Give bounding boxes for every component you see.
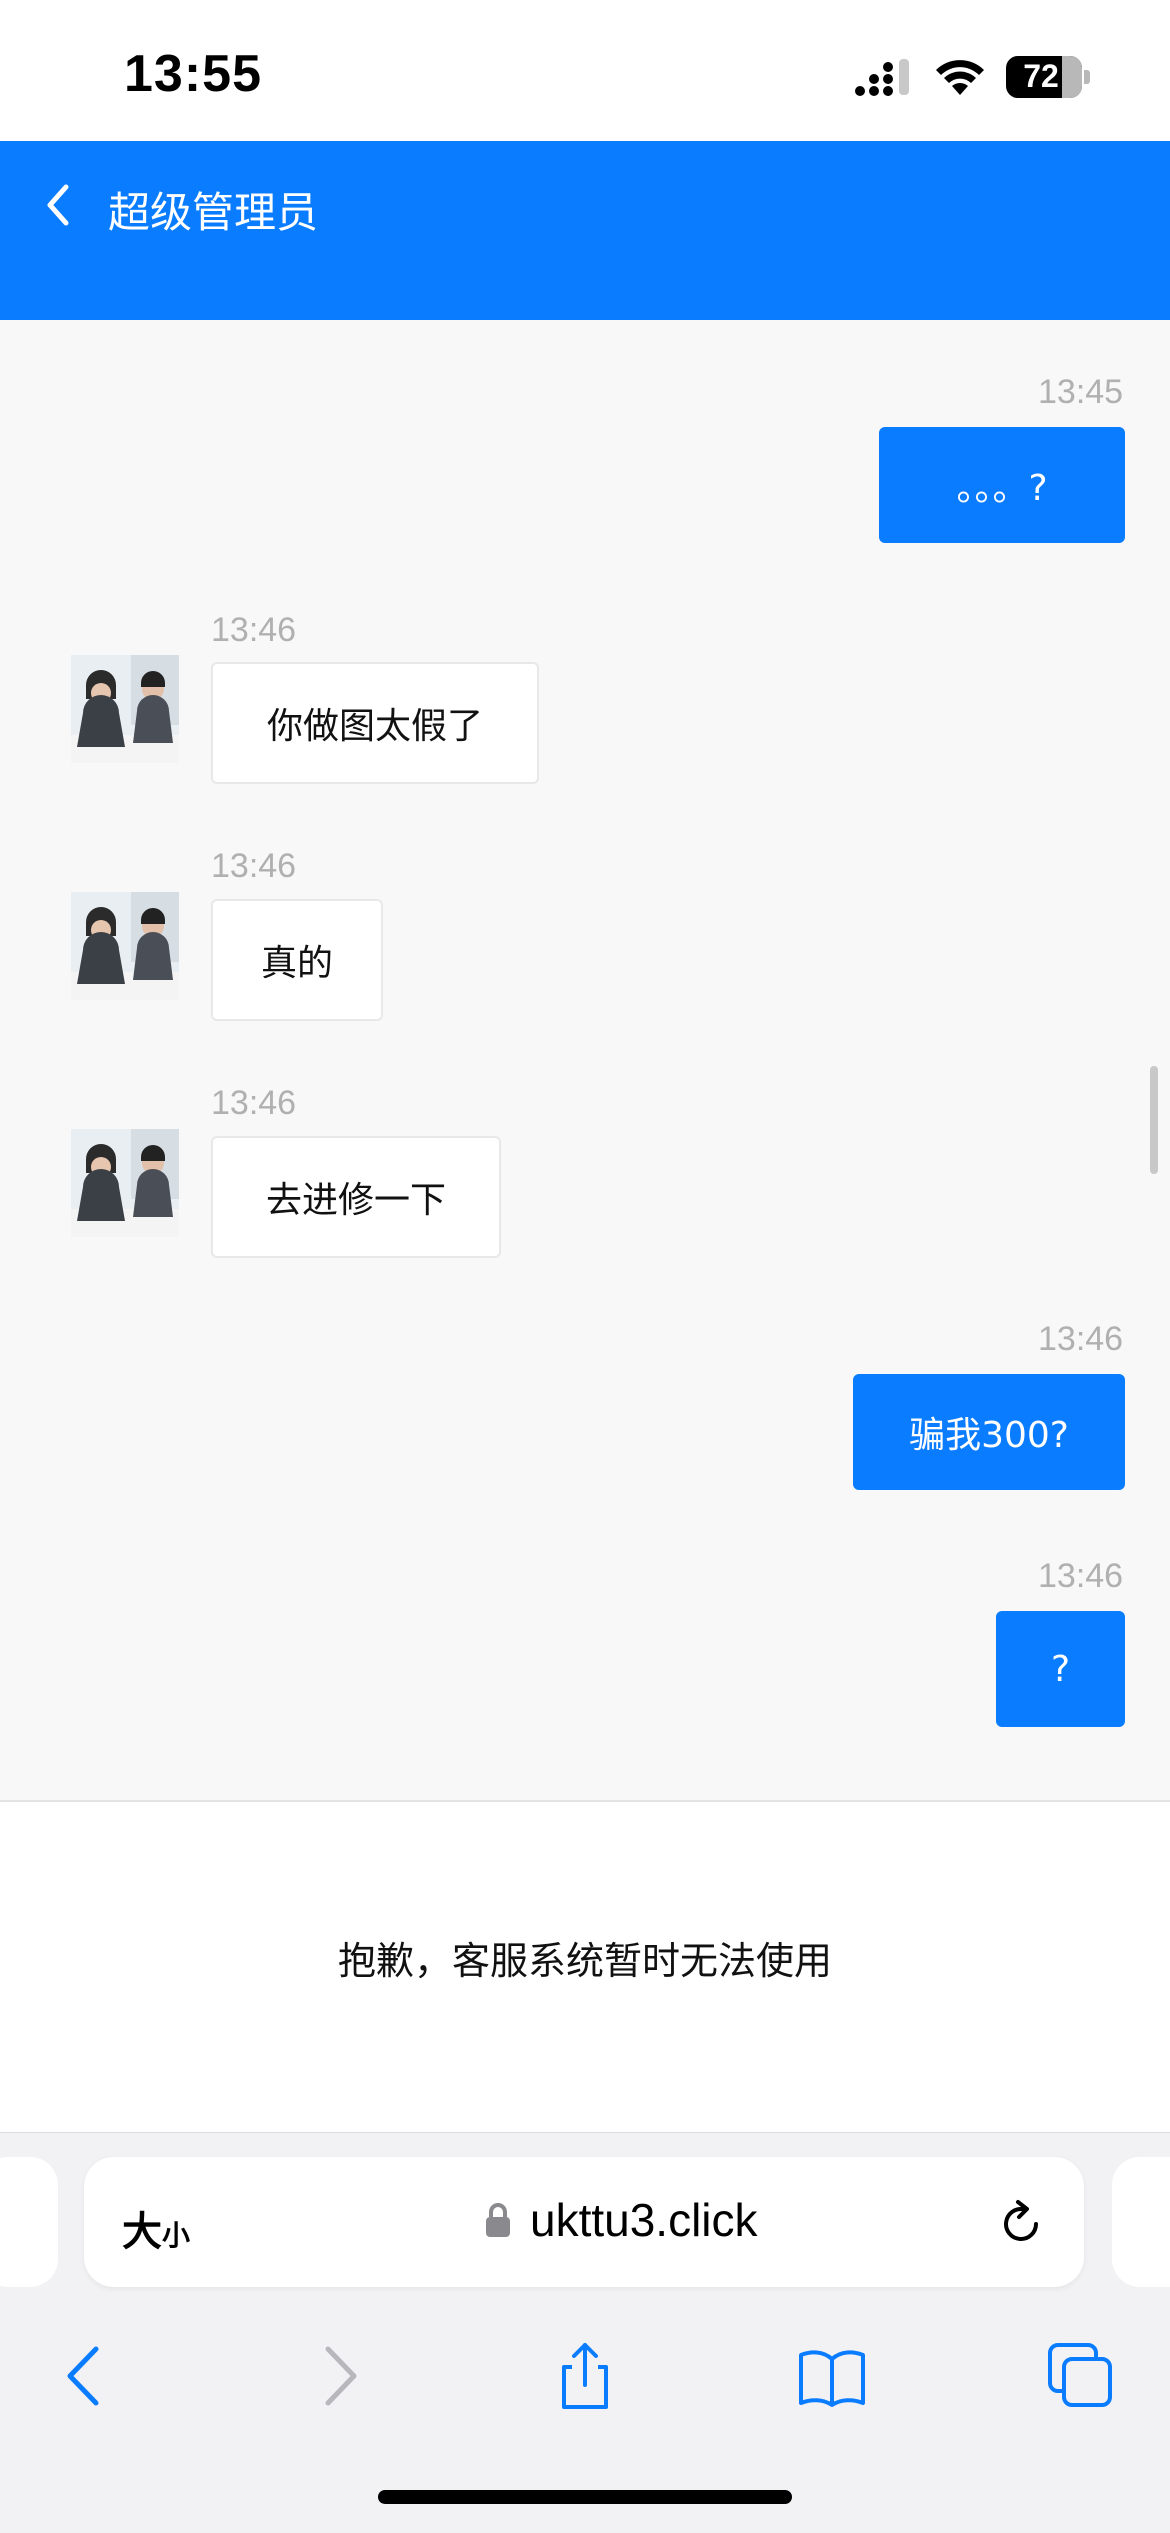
previous-tab-preview[interactable] bbox=[0, 2157, 58, 2287]
message-timestamp: 13:46 bbox=[211, 611, 297, 649]
url-display[interactable]: ukttu3.click bbox=[484, 2193, 758, 2247]
wifi-icon bbox=[936, 60, 984, 95]
signal-icon bbox=[855, 59, 909, 96]
battery-level: 72 bbox=[1023, 58, 1059, 94]
chat-header: 超级管理员 bbox=[0, 141, 1170, 320]
message-timestamp: 13:46 bbox=[1038, 1557, 1124, 1595]
message-bubble-out[interactable]: 骗我300? bbox=[853, 1374, 1125, 1490]
safari-back-icon[interactable] bbox=[52, 2341, 122, 2411]
tabs-icon[interactable] bbox=[1046, 2341, 1116, 2411]
message-timestamp: 13:46 bbox=[211, 847, 297, 885]
home-indicator[interactable] bbox=[378, 2490, 792, 2504]
url-text: ukttu3.click bbox=[530, 2194, 758, 2246]
text-size-small: 小 bbox=[162, 2219, 191, 2252]
scroll-indicator[interactable] bbox=[1150, 1066, 1158, 1174]
agent-avatar[interactable] bbox=[71, 655, 179, 763]
message-bubble-out[interactable]: 。。。? bbox=[879, 427, 1125, 543]
message-timestamp: 13:45 bbox=[1038, 373, 1124, 411]
message-bubble-out[interactable]: ? bbox=[996, 1611, 1125, 1727]
message-bubble-in[interactable]: 真的 bbox=[211, 899, 383, 1021]
status-bar: 13:55 72 bbox=[0, 0, 1170, 141]
lock-icon bbox=[486, 2203, 510, 2237]
system-notice: 抱歉，客服系统暂时无法使用 bbox=[337, 1939, 832, 1983]
share-icon[interactable] bbox=[550, 2341, 620, 2411]
agent-avatar[interactable] bbox=[71, 1129, 179, 1237]
reload-icon[interactable] bbox=[994, 2197, 1048, 2251]
message-bubble-in[interactable]: 去进修一下 bbox=[211, 1136, 501, 1258]
address-bar[interactable]: 大小 ukttu3.click bbox=[84, 2157, 1084, 2287]
browser-bottom-bar: 大小 ukttu3.click bbox=[0, 2132, 1170, 2533]
battery-icon: 72 bbox=[1006, 56, 1090, 98]
status-icons: 72 bbox=[854, 52, 1090, 102]
text-size-button[interactable]: 大小 bbox=[122, 2199, 190, 2257]
message-timestamp: 13:46 bbox=[1038, 1320, 1124, 1358]
page-title: 超级管理员 bbox=[108, 188, 319, 237]
chat-area[interactable]: 13:45 。。。? 13:46 你做图太假了 13:46 真的 13:46 去… bbox=[0, 320, 1170, 1800]
bookmarks-icon[interactable] bbox=[797, 2341, 867, 2411]
agent-avatar[interactable] bbox=[71, 892, 179, 1000]
status-time: 13:55 bbox=[124, 45, 262, 103]
browser-toolbar bbox=[0, 2319, 1170, 2439]
input-area-disabled: 抱歉，客服系统暂时无法使用 bbox=[0, 1800, 1170, 2134]
message-timestamp: 13:46 bbox=[211, 1084, 297, 1122]
safari-forward-icon[interactable] bbox=[302, 2341, 372, 2411]
next-tab-preview[interactable] bbox=[1112, 2157, 1170, 2287]
text-size-big: 大 bbox=[122, 2209, 162, 2255]
back-chevron-icon[interactable] bbox=[38, 175, 78, 235]
message-bubble-in[interactable]: 你做图太假了 bbox=[211, 662, 539, 784]
